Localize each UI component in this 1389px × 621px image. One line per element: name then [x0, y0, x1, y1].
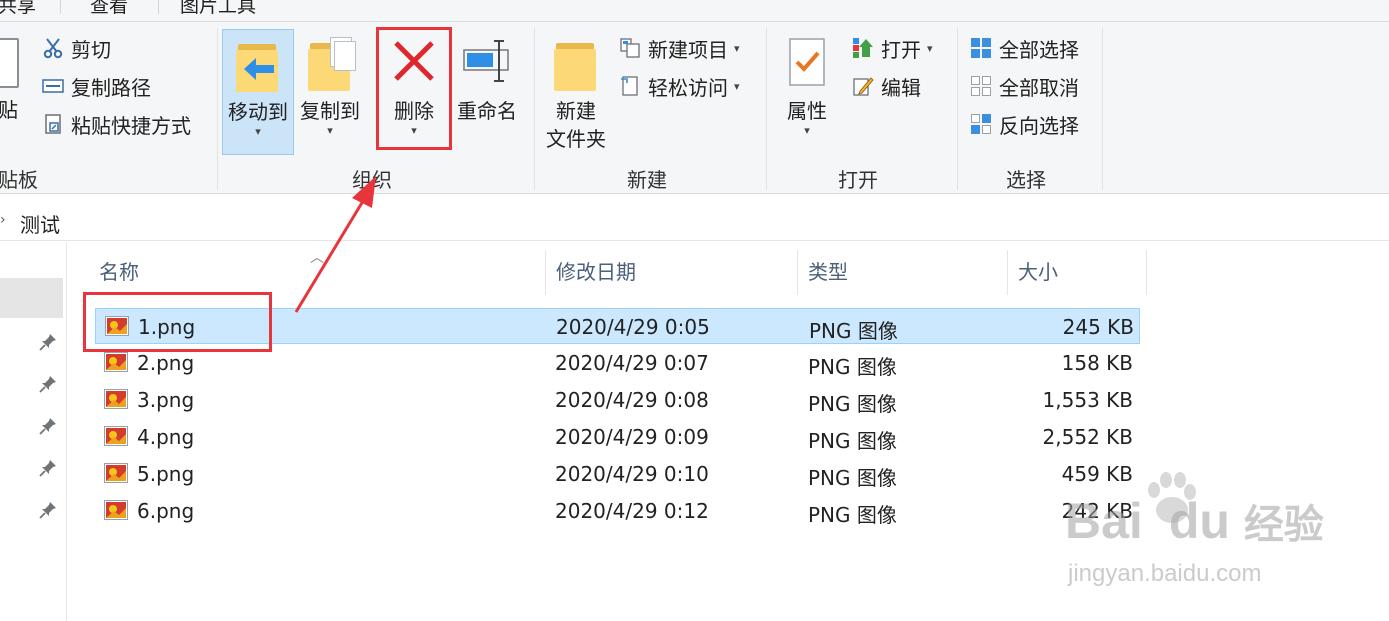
paw-icon	[1148, 472, 1196, 523]
watermark-brand-cn: 经验	[1243, 502, 1324, 548]
watermark-brand-1: Bai	[1065, 493, 1143, 549]
watermark-url: jingyan.baidu.com	[1068, 560, 1262, 587]
